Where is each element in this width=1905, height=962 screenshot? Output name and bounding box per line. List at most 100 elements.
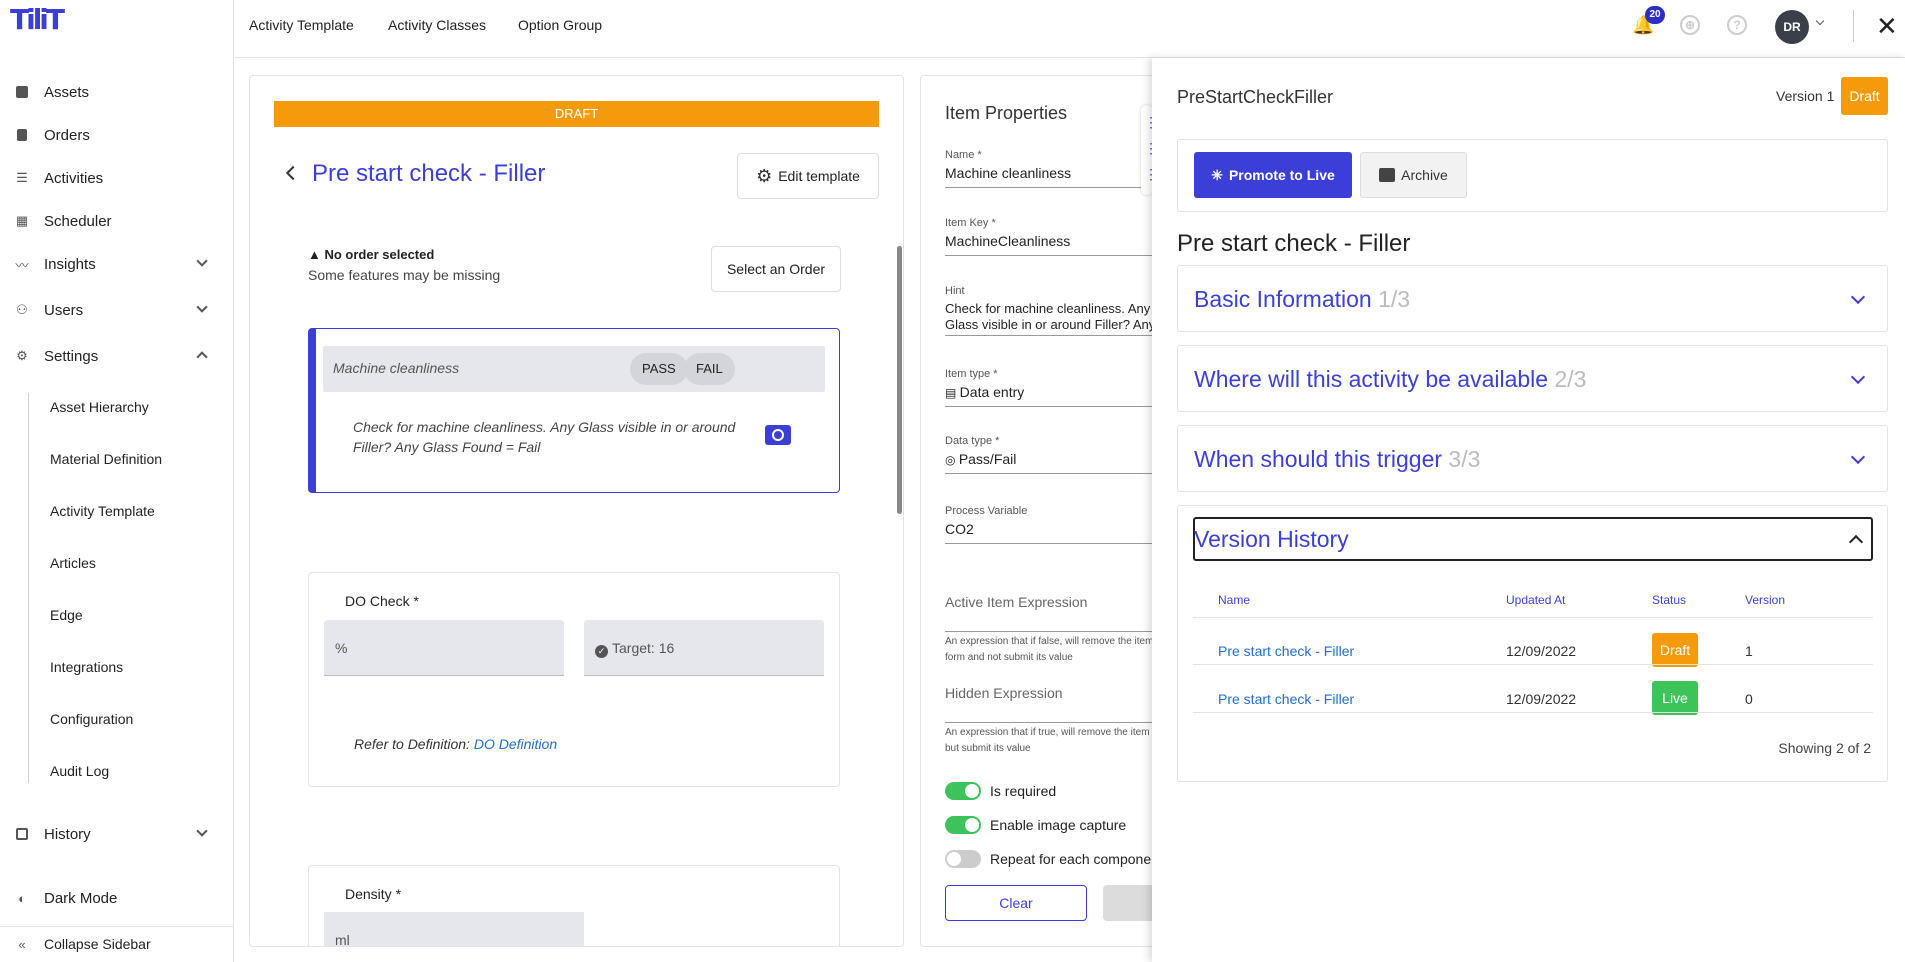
sidebar-item-scheduler[interactable]: ▦ Scheduler [0, 203, 234, 239]
settings-submenu-line [28, 393, 29, 783]
chevron-down-icon [196, 255, 208, 267]
accordion-availability[interactable]: Where will this activity be available 2/… [1177, 345, 1888, 412]
accordion-version-history[interactable]: Version History [1193, 517, 1873, 561]
divider [1193, 664, 1873, 665]
avatar[interactable]: DR [1775, 10, 1809, 44]
name-field[interactable]: Name * Machine cleanliness [945, 149, 1169, 188]
calendar-icon [14, 826, 30, 842]
gear-icon: ⚙ [756, 165, 773, 186]
do-definition-link[interactable]: DO Definition [474, 736, 557, 752]
sidebar-sub-integrations[interactable]: Integrations [50, 659, 123, 675]
promote-to-live-button[interactable]: ✳ Promote to Live [1194, 152, 1352, 198]
divider [1853, 10, 1854, 42]
sidebar-item-activities[interactable]: ☰ Activities [0, 160, 234, 196]
sidebar-item-label: Assets [44, 83, 90, 101]
help-icon[interactable]: ? [1727, 15, 1747, 35]
archive-button[interactable]: Archive [1360, 152, 1467, 198]
warning-icon: ▲ [308, 247, 325, 262]
sidebar-sub-articles[interactable]: Articles [50, 555, 96, 571]
clear-button[interactable]: Clear [945, 885, 1087, 921]
column-header-name[interactable]: Name [1218, 593, 1250, 607]
sidebar-sub-activity-template[interactable]: Activity Template [50, 503, 155, 519]
selected-item-card[interactable]: Machine cleanliness PASS FAIL Check for … [308, 328, 840, 493]
sidebar-sub-asset-hierarchy[interactable]: Asset Hierarchy [50, 399, 149, 415]
edit-template-button[interactable]: ⚙ Edit template [737, 153, 879, 199]
sidebar-item-label: Scheduler [44, 212, 112, 230]
is-required-toggle[interactable]: Is required [945, 782, 1056, 800]
chevron-down-icon [196, 825, 208, 837]
item-type-field[interactable]: Item type * ▤ Data entry [945, 368, 1169, 407]
sidebar-item-insights[interactable]: 〰 Insights [0, 246, 234, 282]
assets-icon [14, 84, 30, 100]
pass-chip[interactable]: PASS [630, 353, 688, 385]
do-check-card[interactable]: DO Check * % ✓ Target: 16 Refer to Defini… [308, 572, 840, 787]
column-header-updated[interactable]: Updated At [1506, 593, 1565, 607]
sidebar-sub-audit-log[interactable]: Audit Log [50, 763, 109, 779]
density-input[interactable]: ml [324, 912, 584, 946]
double-chevron-left-icon: « [18, 936, 26, 952]
sidebar-item-label: Insights [44, 255, 96, 273]
column-header-version[interactable]: Version [1745, 593, 1785, 607]
version-history-panel: Version History Name Updated At Status V… [1177, 505, 1888, 782]
sidebar-item-settings[interactable]: ⚙ Settings [0, 338, 234, 374]
column-header-status[interactable]: Status [1652, 593, 1686, 607]
edit-template-label: Edit template [778, 168, 860, 184]
sidebar-item-history[interactable]: History [0, 816, 234, 852]
scrollbar[interactable] [897, 246, 902, 514]
sidebar-item-label: Settings [44, 347, 99, 365]
accordion-basic-information[interactable]: Basic Information 1/3 [1177, 265, 1888, 332]
chevron-up-icon [1848, 534, 1864, 550]
chevron-down-icon [196, 301, 208, 313]
no-order-warning: ▲ No order selected [308, 247, 435, 262]
fail-chip[interactable]: FAIL [684, 353, 735, 385]
sidebar-item-users[interactable]: ⚇ Users [0, 292, 234, 328]
hint-field[interactable]: Hint Check for machine cleanliness. Any … [945, 285, 1169, 336]
tilit-logo[interactable]: TiliT [10, 6, 65, 34]
activities-icon: ☰ [16, 170, 28, 185]
version-drawer: PreStartCheckFiller Version 1 Draft ✳ Pro… [1152, 58, 1905, 962]
active-item-expression[interactable]: Active Item Expression An expression tha… [945, 590, 1169, 664]
do-check-target: ✓ Target: 16 [584, 620, 824, 676]
sidebar-sub-material-definition[interactable]: Material Definition [50, 451, 162, 467]
sidebar-sub-edge[interactable]: Edge [50, 607, 83, 623]
close-icon[interactable]: ✕ [1876, 13, 1898, 39]
version-row-updated: 12/09/2022 [1506, 643, 1577, 659]
chevron-down-icon [1850, 449, 1866, 465]
archive-icon [1379, 168, 1396, 182]
item-key-field[interactable]: Item Key * MachineCleanliness [945, 217, 1169, 256]
process-variable-field[interactable]: Process Variable CO2 [945, 505, 1169, 544]
back-chevron-icon[interactable] [285, 165, 301, 181]
version-row-name[interactable]: Pre start check - Filler [1218, 643, 1354, 659]
toggle-switch[interactable] [945, 782, 981, 800]
dark-mode-toggle[interactable]: ◐ Dark Mode [0, 880, 234, 916]
sparkle-icon: ✳ [1211, 166, 1223, 183]
data-type-field[interactable]: Data type * ◎ Pass/Fail [945, 435, 1169, 474]
sidebar-sub-configuration[interactable]: Configuration [50, 711, 133, 727]
tab-option-group[interactable]: Option Group [518, 17, 602, 33]
clipboard-icon: ▤ [945, 386, 960, 400]
notification-badge: 20 [1645, 6, 1665, 24]
image-capture-toggle[interactable]: Enable image capture [945, 816, 1126, 834]
toggle-switch[interactable] [945, 850, 981, 868]
repeat-component-toggle[interactable]: Repeat for each component [945, 850, 1163, 868]
status-badge: Draft [1652, 633, 1698, 667]
density-card[interactable]: Density * ml [308, 865, 840, 946]
do-check-title: DO Check * [345, 593, 419, 609]
camera-icon[interactable] [765, 425, 791, 445]
do-check-input[interactable]: % [324, 620, 564, 676]
tab-activity-classes[interactable]: Activity Classes [388, 17, 486, 33]
version-row-name[interactable]: Pre start check - Filler [1218, 691, 1354, 707]
hidden-expression[interactable]: Hidden Expression An expression that if … [945, 681, 1169, 755]
check-circle-icon: ◎ [945, 453, 959, 467]
sidebar-item-orders[interactable]: Orders [0, 117, 234, 153]
collapse-sidebar-button[interactable]: « Collapse Sidebar [0, 926, 234, 962]
sidebar-item-assets[interactable]: Assets [0, 74, 234, 110]
chevron-up-icon [196, 351, 208, 363]
accordion-trigger[interactable]: When should this trigger 3/3 [1177, 425, 1888, 492]
select-order-button[interactable]: Select an Order [711, 246, 841, 292]
tab-activity-template[interactable]: Activity Template [249, 17, 354, 33]
sidebar-item-label: Orders [44, 126, 90, 144]
toggle-switch[interactable] [945, 816, 981, 834]
version-label: Version 1 [1776, 88, 1835, 104]
globe-icon[interactable]: ⊕ [1680, 15, 1700, 35]
